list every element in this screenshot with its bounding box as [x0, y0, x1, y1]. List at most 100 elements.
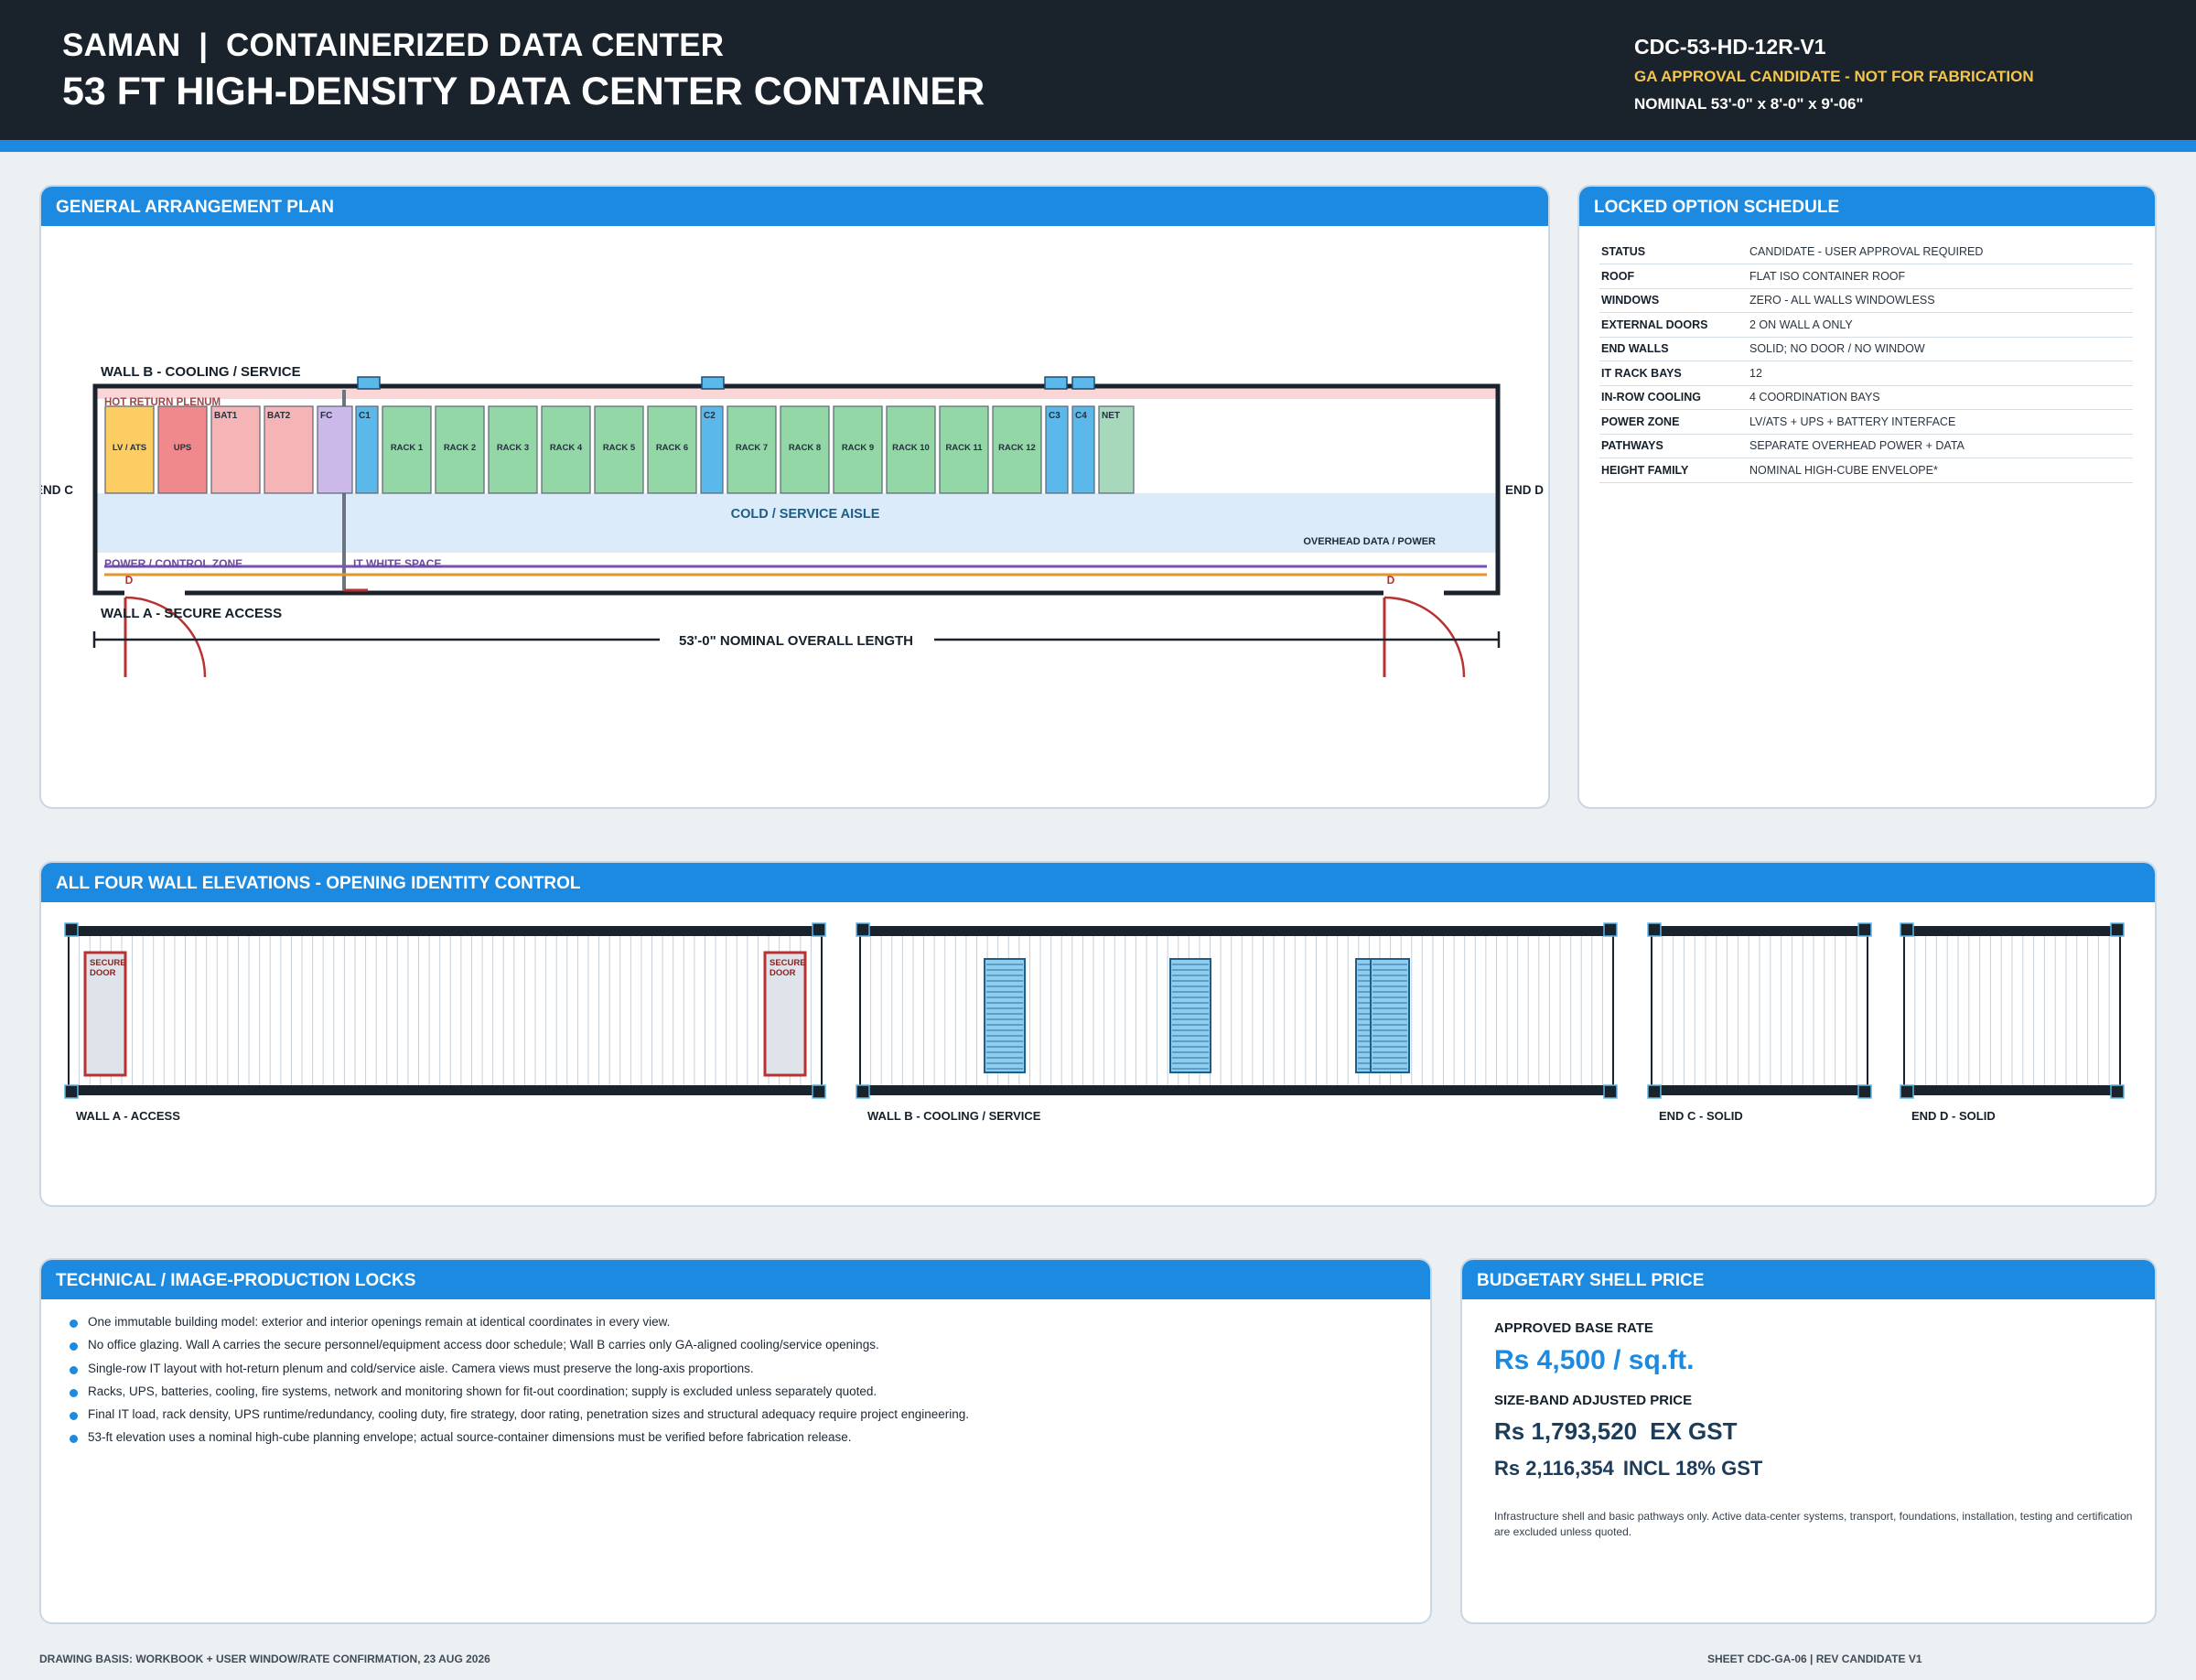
option-row: IN-ROW COOLING 4 COORDINATION BAYS: [1599, 385, 2133, 410]
hot-return-plenum: [97, 388, 1496, 399]
price-ex-gst-suffix: EX GST: [1650, 1417, 1738, 1445]
option-key: ROOF: [1599, 264, 1749, 289]
equipment-rack: RACK 3: [488, 405, 538, 494]
end-c-label: END C: [41, 483, 73, 497]
equipment-cooler: C4: [1071, 405, 1095, 494]
option-value: SOLID; NO DOOR / NO WINDOW: [1749, 337, 2133, 361]
aisle-label: COLD / SERVICE AISLE: [731, 507, 880, 522]
equipment-rack: RACK 7: [727, 405, 777, 494]
price-ex-gst: Rs 1,793,520 EX GST: [1494, 1417, 1738, 1446]
option-table: STATUS CANDIDATE - USER APPROVAL REQUIRED…: [1599, 240, 2133, 483]
bullet-icon: [70, 1388, 78, 1397]
option-schedule-panel: LOCKED OPTION SCHEDULE STATUS CANDIDATE -…: [1577, 185, 2157, 809]
wall-elevation: [64, 922, 826, 1099]
equipment-label: C4: [1075, 411, 1087, 421]
brand-separator: |: [199, 27, 209, 63]
end-c-elevation-label: END C - SOLID: [1659, 1109, 1743, 1123]
door-swing-arc: [1383, 596, 1466, 678]
brand-line: SAMAN | CONTAINERIZED DATA CENTER: [62, 27, 724, 64]
technical-locks-panel: TECHNICAL / IMAGE-PRODUCTION LOCKS One i…: [39, 1258, 1432, 1624]
corner-casting: [1603, 1084, 1618, 1099]
list-item-text: One immutable building model: exterior a…: [88, 1315, 671, 1329]
corner-casting: [1900, 1084, 1914, 1099]
equipment-label: C3: [1049, 411, 1060, 421]
option-value: ZERO - ALL WALLS WINDOWLESS: [1749, 288, 2133, 313]
option-value: 2 ON WALL A ONLY: [1749, 312, 2133, 338]
equipment-cooler: C2: [700, 405, 724, 494]
equipment-row: LV / ATS UPS BAT1 BAT2 FC C1 RACK 1 RACK 2 RACK …: [104, 405, 1135, 494]
option-key: HEIGHT FAMILY: [1599, 458, 1749, 483]
end-d-label: END D: [1505, 483, 1544, 497]
equipment-rack: RACK 2: [435, 405, 485, 494]
equipment-label: RACK 8: [789, 443, 821, 453]
option-key: POWER ZONE: [1599, 409, 1749, 435]
overhead-label: OVERHEAD DATA / POWER: [1303, 536, 1436, 547]
cooling-penetration: [1071, 376, 1095, 390]
equipment-label: RACK 11: [945, 443, 983, 453]
corner-casting: [2110, 1084, 2125, 1099]
equipment-rack: RACK 4: [541, 405, 591, 494]
list-item-text: Racks, UPS, batteries, cooling, fire sys…: [88, 1384, 877, 1398]
equipment-label: RACK 10: [892, 443, 930, 453]
equipment-label: RACK 4: [550, 443, 583, 453]
wall-a-label: WALL A - SECURE ACCESS: [101, 606, 282, 621]
ga-plan-panel: GENERAL ARRANGEMENT PLAN LV / ATS UPS BAT1…: [39, 185, 1550, 809]
equipment-label: RACK 5: [603, 443, 636, 453]
equipment-rack: RACK 5: [594, 405, 644, 494]
end-d-elevation-label: END D - SOLID: [1911, 1109, 1996, 1123]
option-key: IT RACK BAYS: [1599, 361, 1749, 386]
technical-locks-list: One immutable building model: exterior a…: [68, 1315, 969, 1454]
base-rate-label: APPROVED BASE RATE: [1494, 1320, 1653, 1336]
option-key: END WALLS: [1599, 337, 1749, 361]
equipment-label: UPS: [174, 443, 192, 453]
corner-casting: [856, 1084, 870, 1099]
equipment-fire_control: FC: [317, 405, 353, 494]
equipment-cooler: C3: [1045, 405, 1069, 494]
door-tag: D: [125, 574, 134, 587]
title-bar: SAMAN | CONTAINERIZED DATA CENTER 53 FT …: [0, 0, 2196, 140]
corner-casting: [1857, 1084, 1872, 1099]
wall-b-label: WALL B - COOLING / SERVICE: [101, 364, 301, 380]
secure-door-label: DOOR: [90, 968, 116, 978]
list-item: Single-row IT layout with hot-return ple…: [68, 1362, 969, 1384]
bullet-icon: [70, 1412, 78, 1421]
base-rate-value: Rs 4,500 / sq.ft.: [1494, 1345, 1695, 1375]
option-row: ROOF FLAT ISO CONTAINER ROOF: [1599, 264, 2133, 289]
option-value: NOMINAL HIGH-CUBE ENVELOPE*: [1749, 458, 2133, 483]
drawing-basis: DRAWING BASIS: WORKBOOK + USER WINDOW/RA…: [39, 1653, 490, 1665]
option-key: IN-ROW COOLING: [1599, 385, 1749, 410]
option-value: LV/ATS + UPS + BATTERY INTERFACE: [1749, 409, 2133, 435]
option-key: PATHWAYS: [1599, 434, 1749, 458]
equipment-label: C1: [359, 411, 371, 421]
length-label: 53'-0" NOMINAL OVERALL LENGTH: [679, 633, 913, 649]
cooling-louvre: [1169, 958, 1211, 1073]
cooling-penetration: [701, 376, 725, 390]
corner-casting: [1647, 1084, 1662, 1099]
corner-casting: [64, 1084, 79, 1099]
ga-plan-drawing: LV / ATS UPS BAT1 BAT2 FC C1 RACK 1 RACK 2 RACK …: [41, 364, 1544, 678]
list-item-text: Final IT load, rack density, UPS runtime…: [88, 1407, 970, 1422]
elevations-panel: ALL FOUR WALL ELEVATIONS - OPENING IDENT…: [39, 861, 2157, 1207]
bullet-icon: [70, 1365, 78, 1374]
equipment-cooler: C1: [355, 405, 379, 494]
price-note: Infrastructure shell and basic pathways …: [1494, 1510, 2133, 1538]
option-value: FLAT ISO CONTAINER ROOF: [1749, 264, 2133, 289]
equipment-battery: BAT2: [264, 405, 314, 494]
list-item-text: No office glazing. Wall A carries the se…: [88, 1338, 879, 1352]
page-title: 53 FT HIGH-DENSITY DATA CENTER CONTAINER: [62, 70, 985, 113]
option-row: HEIGHT FAMILY NOMINAL HIGH-CUBE ENVELOPE*: [1599, 458, 2133, 483]
elevations-drawing: SECURE DOOR SECURE DOOR WALL A - ACCESS …: [64, 922, 2125, 1123]
wall-elevation: [856, 922, 1618, 1099]
equipment-label: RACK 12: [998, 443, 1036, 453]
price-incl-gst: Rs 2,116,354 INCL 18% GST: [1494, 1457, 1762, 1481]
equipment-label: C2: [704, 411, 716, 421]
nominal-dimensions: NOMINAL 53'-0" x 8'-0" x 9'-06": [1634, 95, 1864, 113]
option-row: IT RACK BAYS 12: [1599, 361, 2133, 386]
equipment-rack: RACK 12: [992, 405, 1042, 494]
option-row: END WALLS SOLID; NO DOOR / NO WINDOW: [1599, 337, 2133, 361]
bullet-icon: [70, 1435, 78, 1444]
equipment-rack: RACK 1: [382, 405, 432, 494]
option-key: EXTERNAL DOORS: [1599, 312, 1749, 338]
equipment-net: NET: [1098, 405, 1135, 494]
price-incl-gst-suffix: INCL 18% GST: [1622, 1457, 1763, 1480]
